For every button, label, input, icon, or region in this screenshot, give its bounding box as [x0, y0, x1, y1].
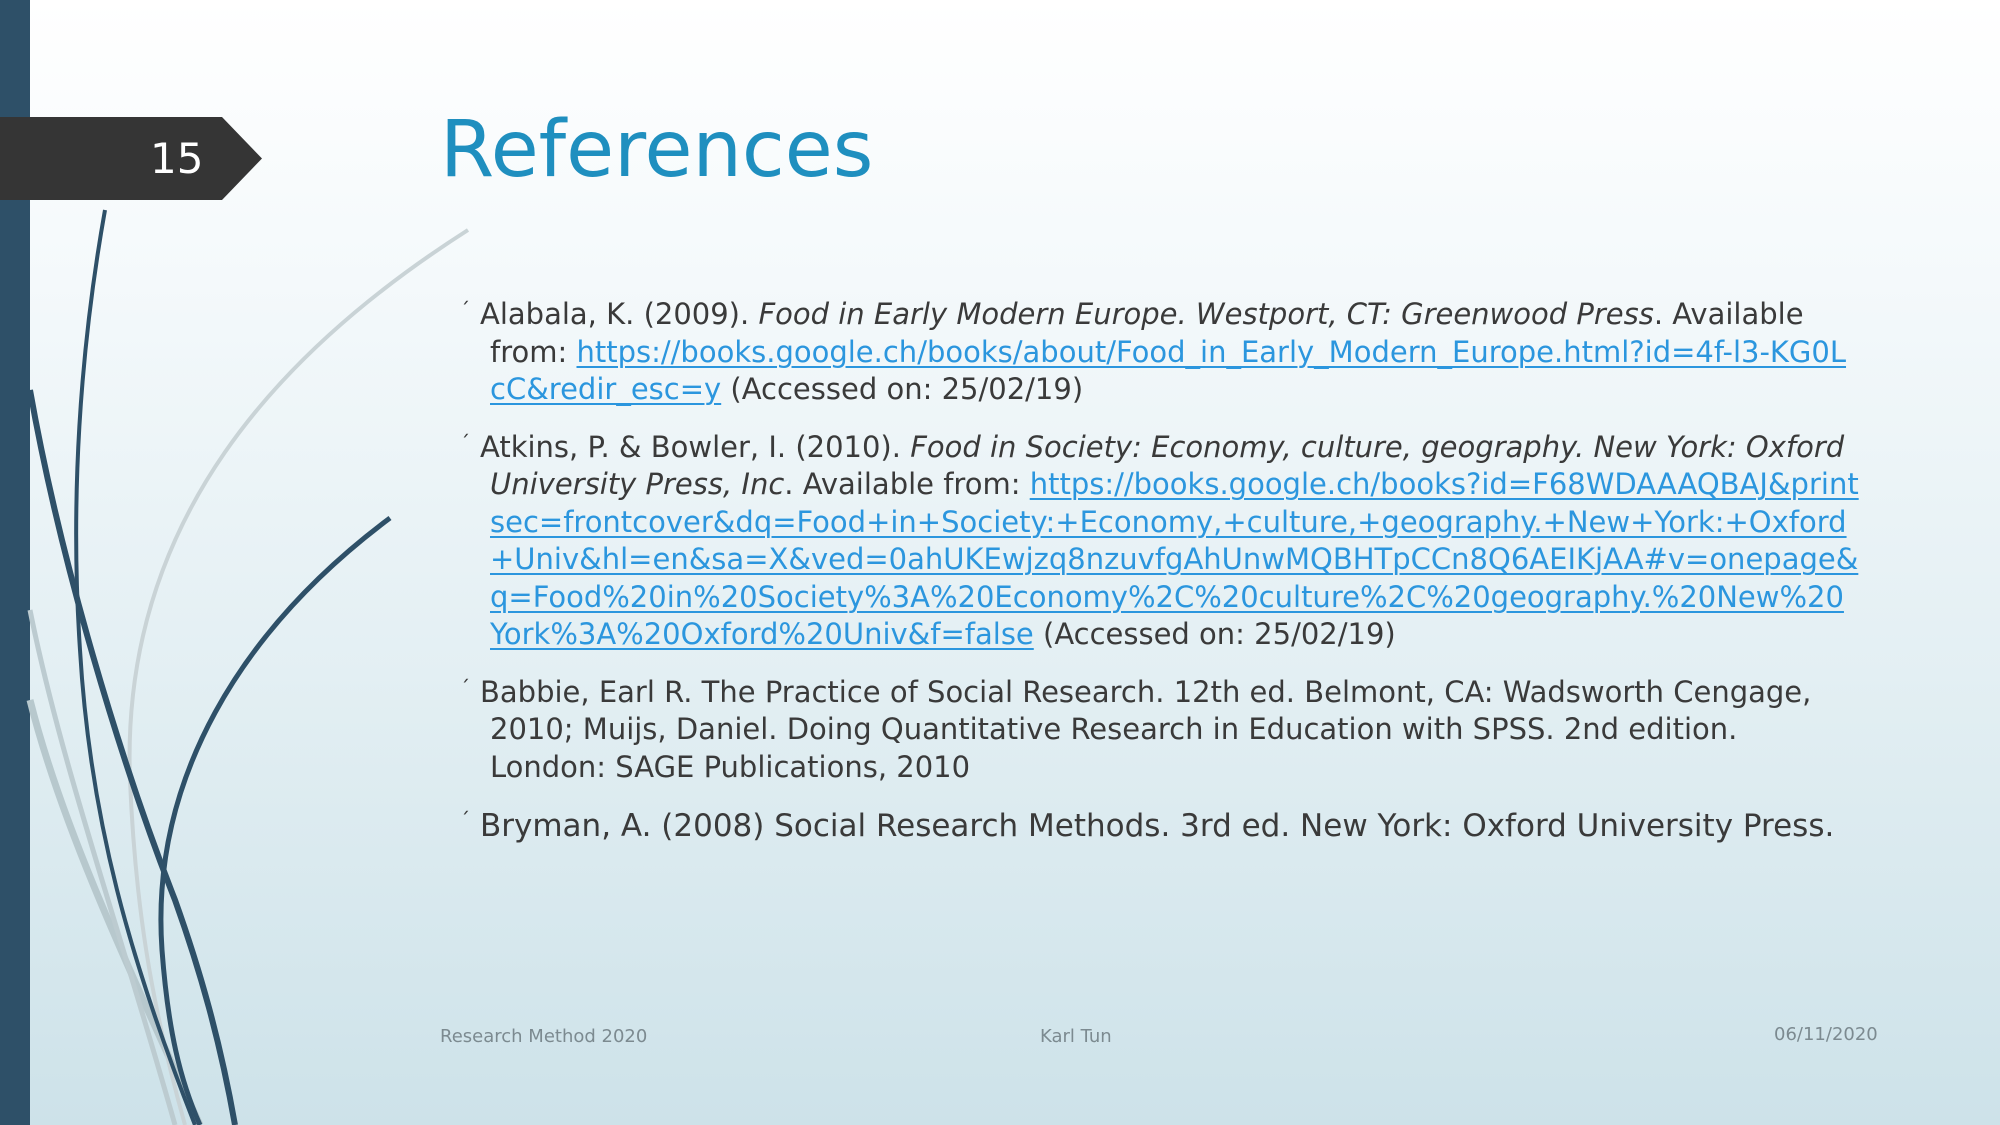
reference-text: Babbie, Earl R. The Practice of Social R…: [480, 674, 1812, 784]
bullet-icon: ´: [460, 808, 470, 832]
reference-accessed: (Accessed on: 25/02/19): [721, 372, 1084, 406]
reference-available: . Available from:: [784, 467, 1030, 501]
swirl-light-1: [26, 699, 204, 1125]
reference-item: ´ Alabala, K. (2009). Food in Early Moder…: [440, 296, 1860, 409]
footer-center: Karl Tun: [1040, 1026, 1112, 1047]
bullet-icon: ´: [460, 430, 470, 455]
swirl-light-3: [127, 228, 470, 1125]
slide-number: 15: [150, 134, 204, 183]
reference-link[interactable]: https://books.google.ch/books/about/Food…: [490, 335, 1846, 407]
bullet-icon: ´: [460, 298, 470, 322]
footer-date: 06/11/2020: [1774, 1024, 1878, 1045]
reference-accessed: (Accessed on: 25/02/19): [1033, 617, 1396, 651]
footer-left: Research Method 2020: [440, 1026, 648, 1047]
reference-item: ´ Bryman, A. (2008) Social Research Metho…: [440, 806, 1860, 846]
swirl-dark-2: [27, 389, 238, 1125]
reference-item: ´ Atkins, P. & Bowler, I. (2010). Food in…: [440, 429, 1860, 654]
reference-text: Bryman, A. (2008) Social Research Method…: [480, 808, 1835, 844]
reference-author: Atkins, P. & Bowler, I. (2010).: [480, 429, 911, 464]
slide-number-tab: [0, 117, 262, 200]
bullet-icon: ´: [460, 675, 470, 700]
reference-title: Food in Early Modern Europe. Westport, C…: [758, 297, 1654, 331]
reference-list: ´ Alabala, K. (2009). Food in Early Moder…: [440, 296, 1860, 866]
swirl-dark-3: [158, 515, 392, 1125]
reference-author: Alabala, K. (2009).: [480, 297, 759, 331]
slide-title: References: [440, 105, 874, 195]
reference-item: ´ Babbie, Earl R. The Practice of Social …: [440, 674, 1860, 787]
